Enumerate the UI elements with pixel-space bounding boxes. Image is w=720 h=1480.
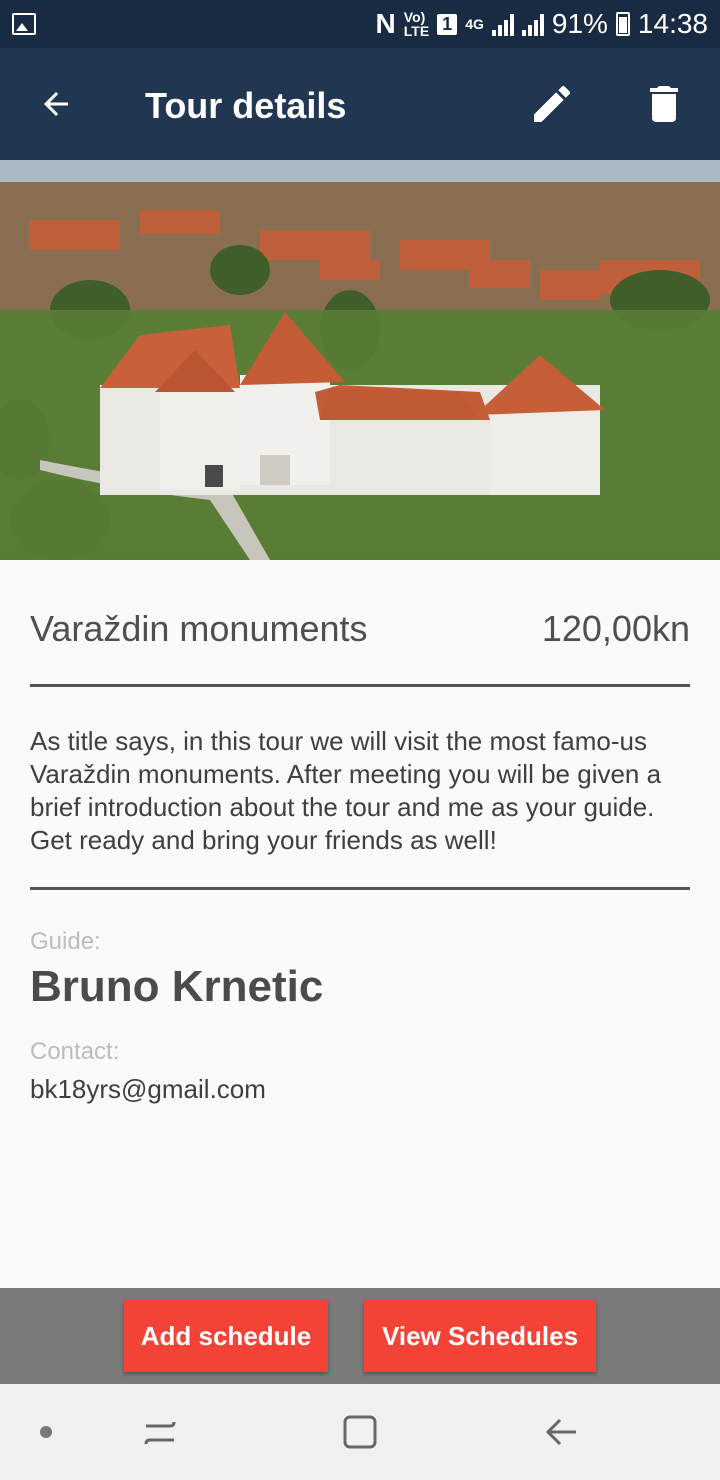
battery-percent: 91% (551, 8, 608, 39)
delete-button[interactable] (624, 72, 704, 136)
tour-name: Varaždin monuments (30, 608, 368, 649)
signal-icon-2 (521, 12, 544, 36)
image-notification-icon (12, 13, 36, 35)
arrow-back-icon (44, 92, 68, 116)
system-nav-bar (0, 1384, 720, 1480)
guide-name: Bruno Krnetic (30, 962, 324, 1011)
view-schedules-button[interactable]: View Schedules (364, 1300, 596, 1372)
guide-label: Guide: (30, 928, 101, 955)
tour-price: 120,00kn (541, 608, 690, 649)
trash-icon (650, 86, 678, 122)
home-button[interactable] (320, 1384, 400, 1480)
home-icon (343, 1415, 377, 1449)
tour-content: Varaždin monuments 120,00kn As title say… (30, 560, 690, 1105)
back-button[interactable] (0, 48, 112, 160)
tour-image (0, 160, 720, 560)
page-title: Tour details (145, 85, 347, 126)
edit-button[interactable] (512, 72, 592, 136)
tour-description: As title says, in this tour we will visi… (30, 726, 662, 855)
contact-email: bk18yrs@gmail.com (30, 1074, 266, 1104)
divider (30, 684, 690, 687)
recent-apps-button[interactable] (120, 1384, 200, 1480)
action-bar: Add schedule View Schedules (0, 1288, 720, 1384)
divider (30, 887, 690, 890)
status-bar: N Vo) LTE 1 4G 91% 14:38 (0, 0, 720, 48)
volte-label: Vo) (403, 9, 426, 25)
add-schedule-button[interactable]: Add schedule (124, 1300, 328, 1372)
clock: 14:38 (637, 8, 708, 39)
app-bar: Tour details (0, 48, 720, 160)
castle-aerial-photo (0, 160, 720, 560)
dot-icon (40, 1426, 52, 1438)
tour-header-row: Varaždin monuments 120,00kn (30, 608, 690, 650)
volte-indicator: Vo) LTE (404, 10, 429, 38)
nav-back-button[interactable] (522, 1384, 602, 1480)
lte-label: LTE (403, 23, 430, 39)
battery-icon (615, 12, 630, 36)
contact-label: Contact: (30, 1038, 120, 1065)
nav-dot-button[interactable] (16, 1384, 76, 1480)
sim-badge: 1 (437, 13, 458, 35)
nfc-icon: N (375, 8, 396, 39)
recent-apps-icon (144, 1421, 176, 1445)
back-icon (545, 1418, 576, 1446)
pencil-icon (534, 85, 571, 122)
network-type: 4G (465, 16, 484, 32)
signal-icon (491, 12, 514, 36)
